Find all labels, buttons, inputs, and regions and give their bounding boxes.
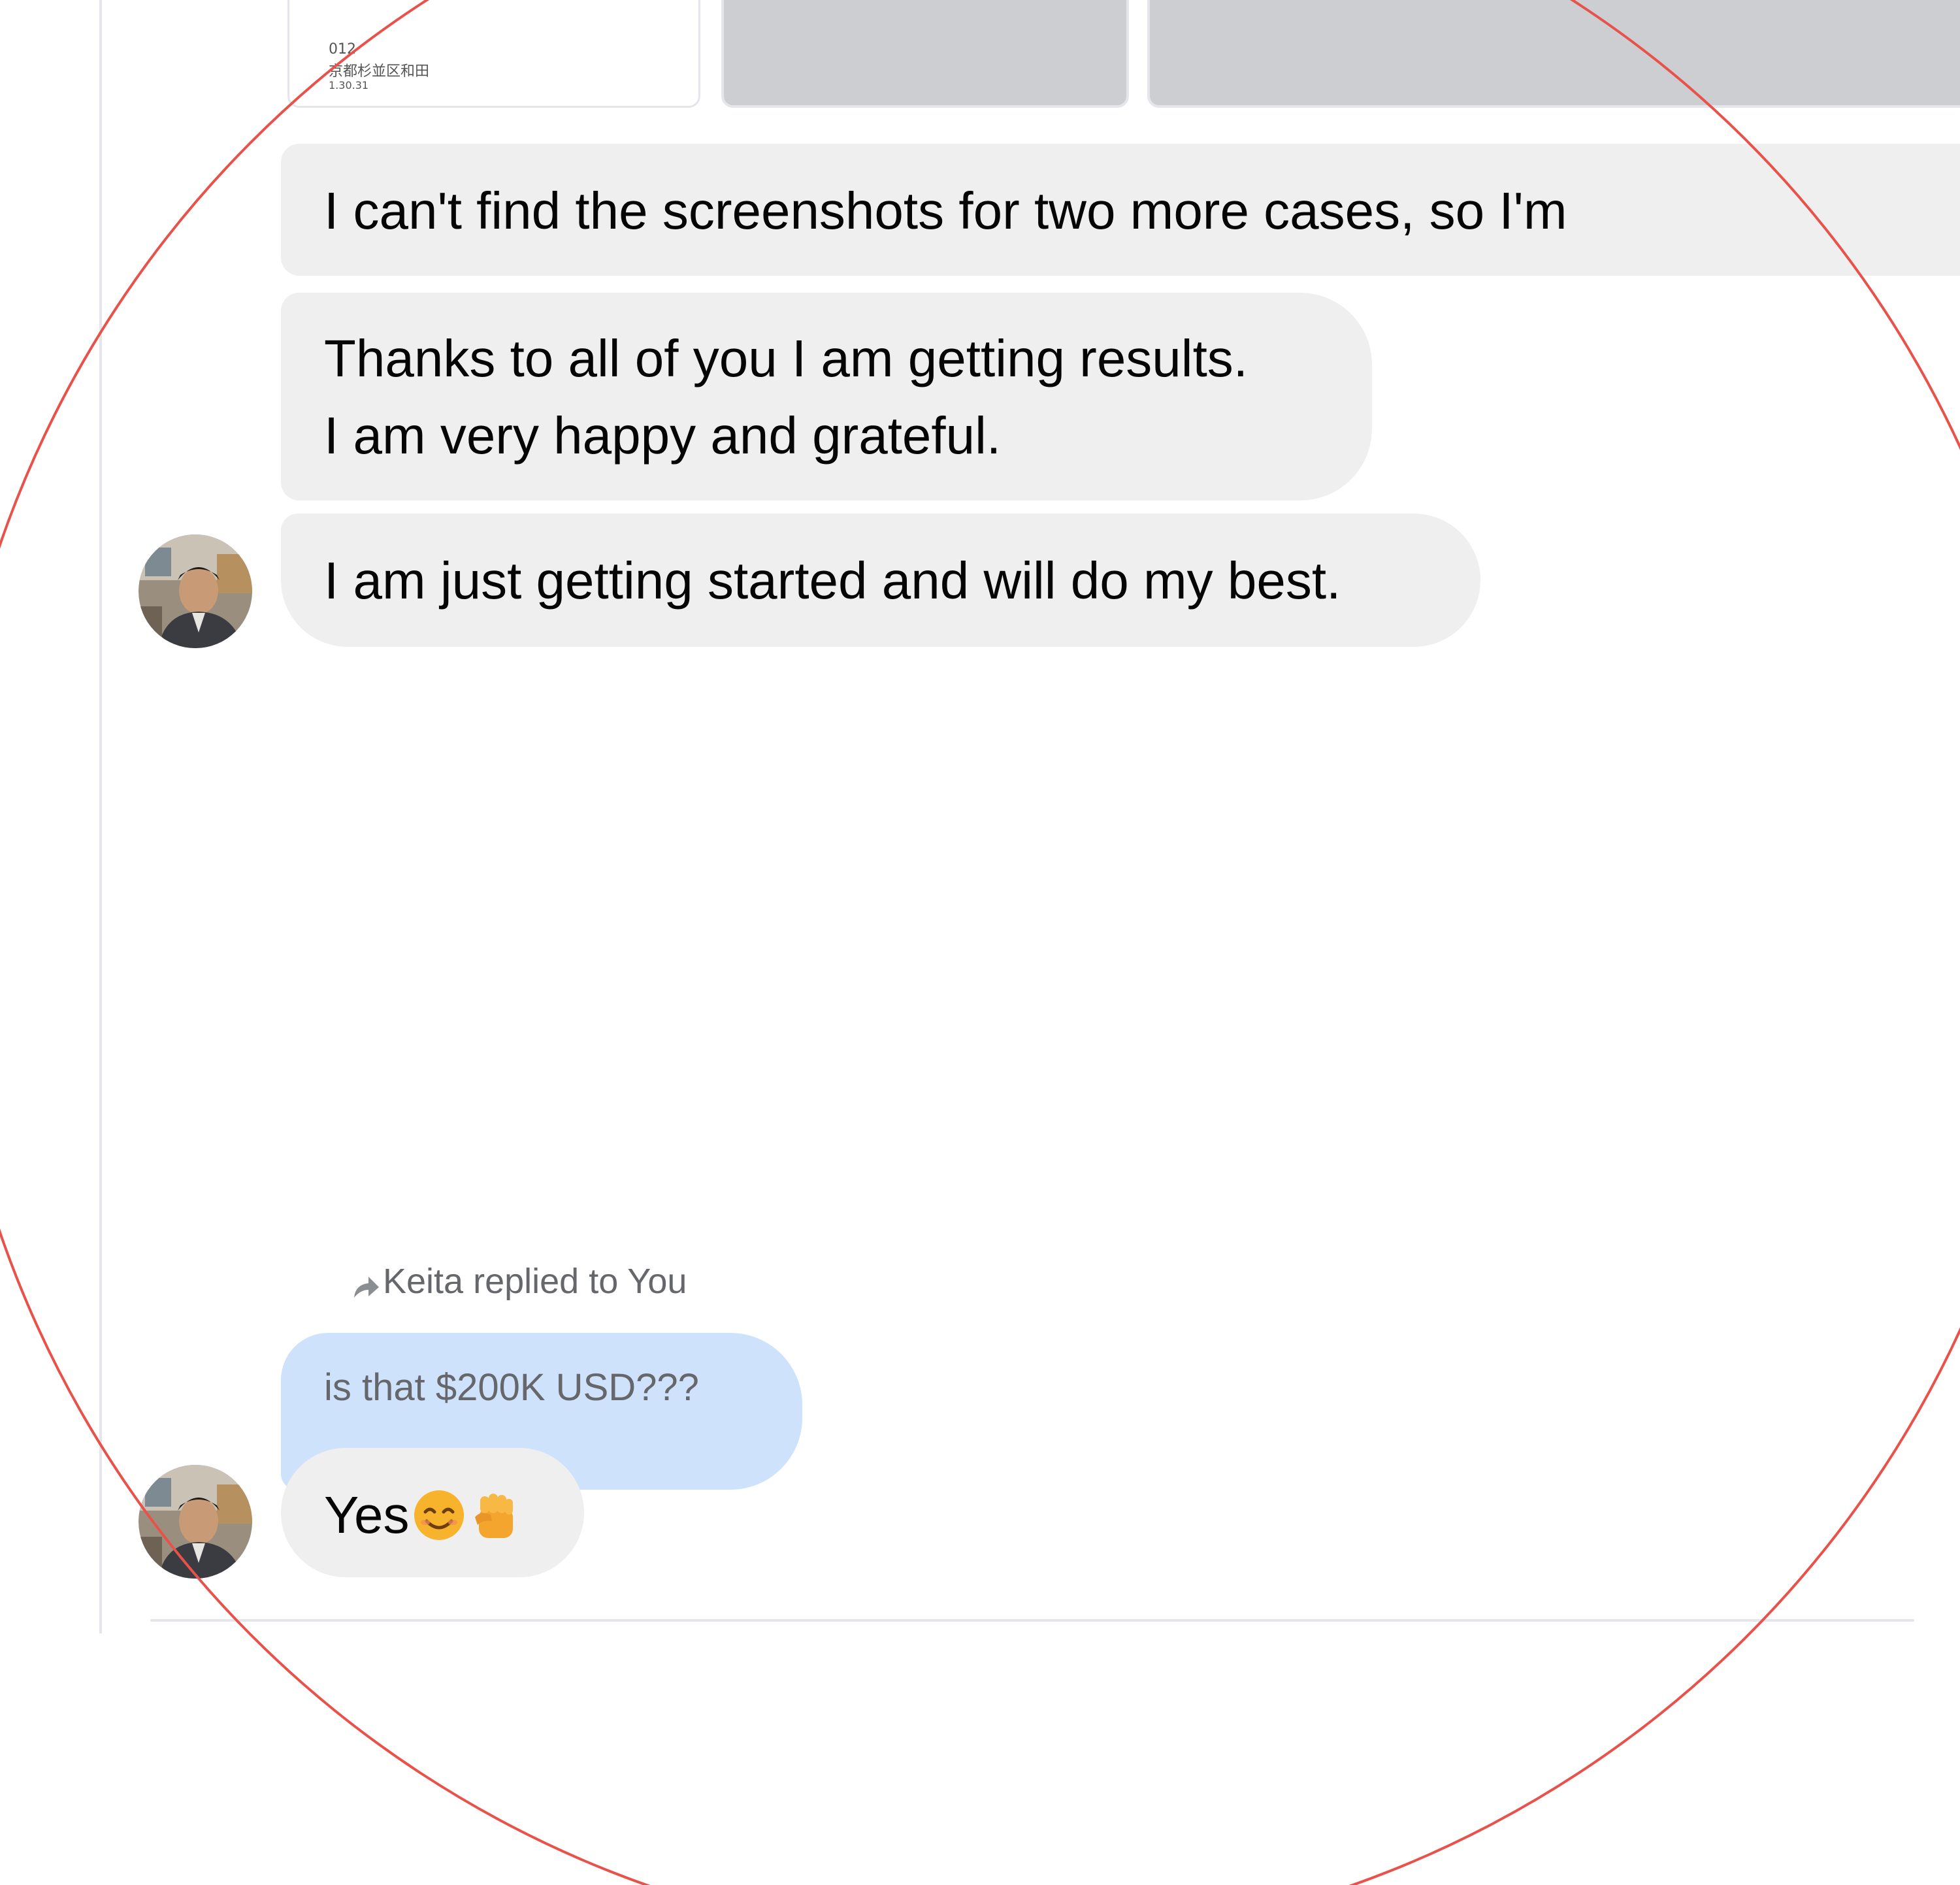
- conversation-divider: [99, 0, 102, 1633]
- attachment-image-thumbnail[interactable]: [721, 0, 1129, 108]
- message-bubble[interactable]: I can't find the screenshots for two mor…: [281, 144, 1960, 276]
- doc-text-line: 1.30.31: [329, 79, 369, 91]
- message-text-line: Thanks to all of you I am getting result…: [324, 329, 1249, 387]
- message-text: I am just getting started and will do my…: [324, 551, 1341, 610]
- attachment-image-thumbnail[interactable]: [1147, 0, 1960, 108]
- message-text-line: I am very happy and grateful.: [324, 406, 1002, 465]
- reply-label-text: Keita replied to You: [383, 1262, 687, 1301]
- message-text: I can't find the screenshots for two mor…: [324, 182, 1567, 240]
- sender-avatar[interactable]: [139, 1465, 252, 1579]
- attachment-document-thumbnail[interactable]: 012 京都杉並区和田 1.30.31: [287, 0, 700, 108]
- message-bubble[interactable]: Thanks to all of you I am getting result…: [281, 293, 1372, 500]
- reply-message-bubble[interactable]: Yes: [281, 1448, 584, 1577]
- doc-text-line: 京都杉並区和田: [329, 63, 430, 80]
- message-bubble[interactable]: I am just getting started and will do my…: [281, 514, 1480, 647]
- sender-avatar[interactable]: [139, 534, 252, 648]
- message-composer-border: [150, 1619, 1914, 1622]
- smiling-face-emoji: [412, 1488, 466, 1542]
- highlight-circle: [0, 0, 1960, 1885]
- quoted-message-text: is that $200K USD???: [324, 1366, 699, 1409]
- reply-message-text: Yes: [324, 1486, 410, 1544]
- doc-text-line: 012: [329, 41, 356, 57]
- chat-window: 012 京都杉並区和田 1.30.31 I can't find the scr…: [0, 0, 1960, 1885]
- reply-arrow-icon: [350, 1268, 380, 1298]
- raised-fist-emoji: [468, 1488, 522, 1542]
- reply-context-label: Keita replied to You: [350, 1261, 687, 1302]
